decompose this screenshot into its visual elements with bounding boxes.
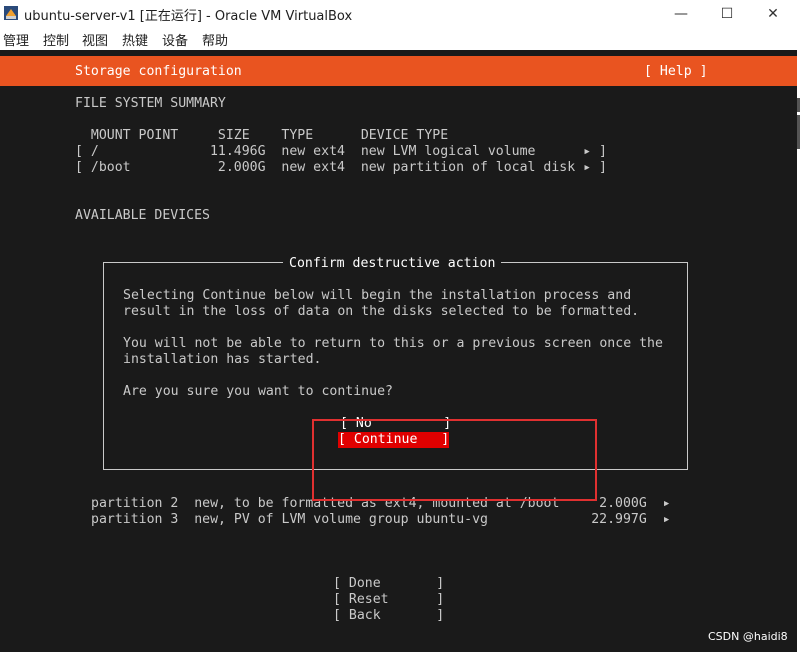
menu-view[interactable]: 视图 <box>82 30 108 49</box>
minimize-button[interactable]: — <box>658 0 704 28</box>
help-button[interactable]: [ Help ] <box>644 64 708 80</box>
fs-summary-heading: FILE SYSTEM SUMMARY <box>75 96 226 111</box>
menu-devices[interactable]: 设备 <box>162 30 188 49</box>
menu-control[interactable]: 控制 <box>43 30 69 49</box>
dialog-question: Are you sure you want to continue? <box>123 384 393 399</box>
dialog-message-line: You will not be able to return to this o… <box>123 336 663 351</box>
back-button[interactable]: [ Back ] <box>333 608 444 624</box>
fs-row-boot[interactable]: [ /boot 2.000G new ext4 new partition of… <box>75 160 607 176</box>
annotation-highlight-box <box>312 419 597 501</box>
watermark: CSDN @haidi8 <box>708 630 788 643</box>
window-title: ubuntu-server-v1 [正在运行] - Oracle VM Virt… <box>24 9 353 24</box>
partition-row[interactable]: partition 3 new, PV of LVM volume group … <box>91 512 671 528</box>
close-button[interactable]: ✕ <box>750 0 796 28</box>
done-button[interactable]: [ Done ] <box>333 576 444 592</box>
fs-row-root[interactable]: [ / 11.496G new ext4 new LVM logical vol… <box>75 144 607 160</box>
dialog-message-line: installation has started. <box>123 352 322 367</box>
fs-table-header: MOUNT POINT SIZE TYPE DEVICE TYPE <box>75 128 449 143</box>
page-title: Storage configuration <box>75 64 242 79</box>
reset-button[interactable]: [ Reset ] <box>333 592 444 608</box>
dialog-title: Confirm destructive action <box>283 256 502 272</box>
maximize-button[interactable]: ☐ <box>704 0 750 28</box>
vm-console-screen[interactable]: Storage configuration [ Help ] FILE SYST… <box>0 50 797 652</box>
available-devices-heading: AVAILABLE DEVICES <box>75 208 210 223</box>
menu-manage[interactable]: 管理 <box>3 30 29 49</box>
dialog-message-line: result in the loss of data on the disks … <box>123 304 640 319</box>
dialog-message-line: Selecting Continue below will begin the … <box>123 288 632 303</box>
menu-help[interactable]: 帮助 <box>202 30 228 49</box>
menu-hotkeys[interactable]: 热键 <box>122 30 148 49</box>
menu-bar <box>0 28 800 50</box>
virtualbox-app-icon <box>4 6 18 20</box>
